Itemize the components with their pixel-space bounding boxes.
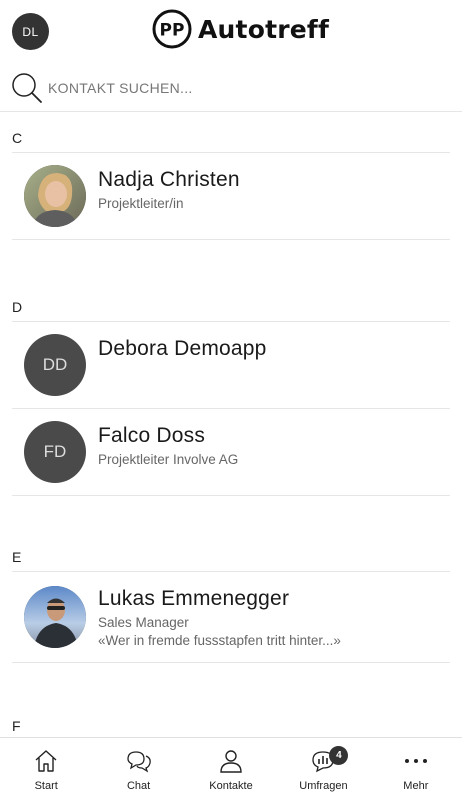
search-icon[interactable]	[11, 72, 43, 104]
person-icon	[220, 750, 242, 773]
contact-row[interactable]: Nadja Christen Projektleiter/in	[12, 153, 450, 240]
app-logo: PP Autotreff	[152, 8, 329, 50]
contact-status: «Wer in fremde fussstapfen tritt hinter.…	[98, 633, 341, 648]
contact-role: Projektleiter Involve AG	[98, 452, 239, 467]
user-initials: DL	[22, 24, 39, 39]
contact-name: Lukas Emmenegger	[98, 587, 290, 610]
section-header-e: E	[12, 544, 450, 572]
section-header-c: C	[12, 113, 450, 153]
contact-initials: DD	[42, 355, 68, 374]
user-avatar[interactable]: DL	[12, 13, 49, 50]
pp-logo-icon: PP	[152, 9, 192, 49]
person-photo-icon	[24, 165, 86, 227]
chat-icon	[126, 751, 151, 773]
section-header-f: F	[12, 711, 450, 737]
section-letter: D	[12, 299, 23, 315]
app-name: Autotreff	[198, 14, 330, 44]
contact-search-bar	[0, 66, 462, 112]
app-header: DL PP Autotreff	[0, 0, 462, 62]
notification-badge: 4	[329, 746, 349, 765]
contact-avatar-photo	[24, 586, 86, 648]
contact-row[interactable]: Lukas Emmenegger Sales Manager «Wer in f…	[12, 572, 450, 663]
tab-umfragen[interactable]: 4 Umfragen	[277, 738, 369, 800]
contact-role: Projektleiter/in	[98, 196, 184, 211]
tab-kontakte[interactable]: Kontakte	[185, 738, 277, 800]
tab-label: Chat	[126, 780, 151, 792]
tab-chat[interactable]: Chat	[92, 738, 184, 800]
contact-initials: FD	[43, 442, 67, 461]
contact-list[interactable]: C Nadja Christen Projektleiter/in D DD D…	[0, 113, 462, 737]
tab-label: Start	[34, 780, 58, 792]
contact-avatar-initials: FD	[24, 421, 86, 483]
bottom-tab-bar: Start Chat Kontakte 4 Umfragen Mehr	[0, 737, 462, 800]
tab-start[interactable]: Start	[0, 738, 92, 800]
tab-label: Kontakte	[209, 780, 253, 792]
section-letter: F	[12, 718, 21, 734]
contact-search-input[interactable]	[48, 74, 448, 102]
svg-text:PP: PP	[160, 21, 185, 41]
more-dots-icon	[404, 759, 427, 763]
section-letter: E	[12, 549, 22, 565]
tab-label: Mehr	[403, 780, 429, 792]
contact-name: Debora Demoapp	[98, 337, 267, 360]
home-icon	[35, 750, 57, 772]
person-photo-icon	[24, 586, 86, 648]
contact-avatar-initials: DD	[24, 334, 86, 396]
contact-avatar-photo	[24, 165, 86, 227]
contact-name: Falco Doss	[98, 424, 206, 447]
section-letter: C	[12, 130, 23, 146]
section-header-d: D	[12, 288, 450, 322]
contact-row[interactable]: DD Debora Demoapp	[12, 322, 450, 409]
contact-role: Sales Manager	[98, 615, 189, 630]
contact-name: Nadja Christen	[98, 168, 240, 191]
tab-label: Umfragen	[299, 780, 348, 792]
tab-mehr[interactable]: Mehr	[370, 738, 462, 800]
contact-row[interactable]: FD Falco Doss Projektleiter Involve AG	[12, 409, 450, 496]
